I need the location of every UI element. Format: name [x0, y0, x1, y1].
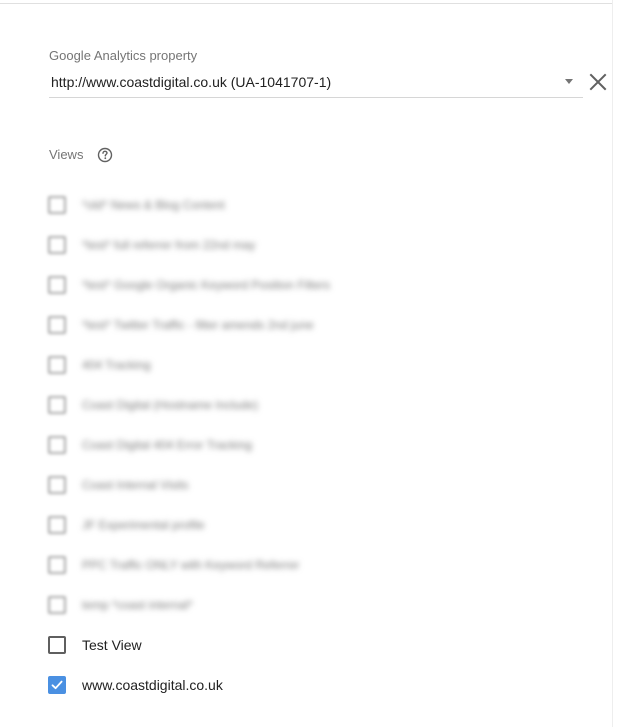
close-icon	[589, 73, 607, 91]
view-checkbox[interactable]	[48, 516, 66, 534]
view-item-label: Coast Digital (Hostname Include)	[82, 398, 259, 412]
view-item-label: temp *coast internal*	[82, 598, 193, 612]
view-item-label: *test* Twitter Traffic - filter amends 2…	[82, 318, 314, 332]
right-divider	[612, 0, 613, 727]
view-checkbox[interactable]	[48, 316, 66, 334]
view-checkbox[interactable]	[48, 436, 66, 454]
view-checkbox[interactable]	[48, 556, 66, 574]
view-checkbox[interactable]	[48, 396, 66, 414]
checkmark-icon	[51, 680, 63, 690]
view-checkbox[interactable]	[48, 196, 66, 214]
property-field-label: Google Analytics property	[49, 48, 198, 63]
property-select-value: http://www.coastdigital.co.uk (UA-104170…	[51, 74, 332, 90]
views-label: Views	[49, 147, 84, 162]
view-checkbox[interactable]	[48, 596, 66, 614]
view-item-label: www.coastdigital.co.uk	[82, 677, 223, 693]
view-checkbox[interactable]	[48, 236, 66, 254]
view-item-label: JF Experimental profile	[82, 518, 205, 532]
view-item-label: *old* News & Blog Content	[82, 198, 225, 212]
view-item-label: PPC Traffic ONLY with Keyword Referrer	[82, 558, 300, 572]
view-checkbox[interactable]	[48, 276, 66, 294]
view-checkbox[interactable]	[48, 636, 66, 654]
view-checkbox[interactable]	[48, 356, 66, 374]
view-item-label: Coast Digital 404 Error Tracking	[82, 438, 253, 452]
dropdown-arrow-icon[interactable]	[565, 79, 573, 84]
view-checkbox[interactable]	[48, 476, 66, 494]
view-item-label: Coast Internal Visits	[82, 478, 189, 492]
view-item-label: Test View	[82, 637, 142, 653]
view-item-label: *test* full referrer from 22nd may	[82, 238, 256, 252]
view-checkbox-checked[interactable]	[48, 676, 66, 694]
help-circle-icon[interactable]	[97, 147, 113, 163]
view-item-label: 404 Tracking	[82, 358, 151, 372]
top-divider	[0, 3, 612, 4]
view-item-label: *test* Google Organic Keyword Position F…	[82, 278, 331, 292]
clear-property-button[interactable]	[588, 72, 608, 92]
property-select[interactable]: http://www.coastdigital.co.uk (UA-104170…	[49, 70, 583, 98]
